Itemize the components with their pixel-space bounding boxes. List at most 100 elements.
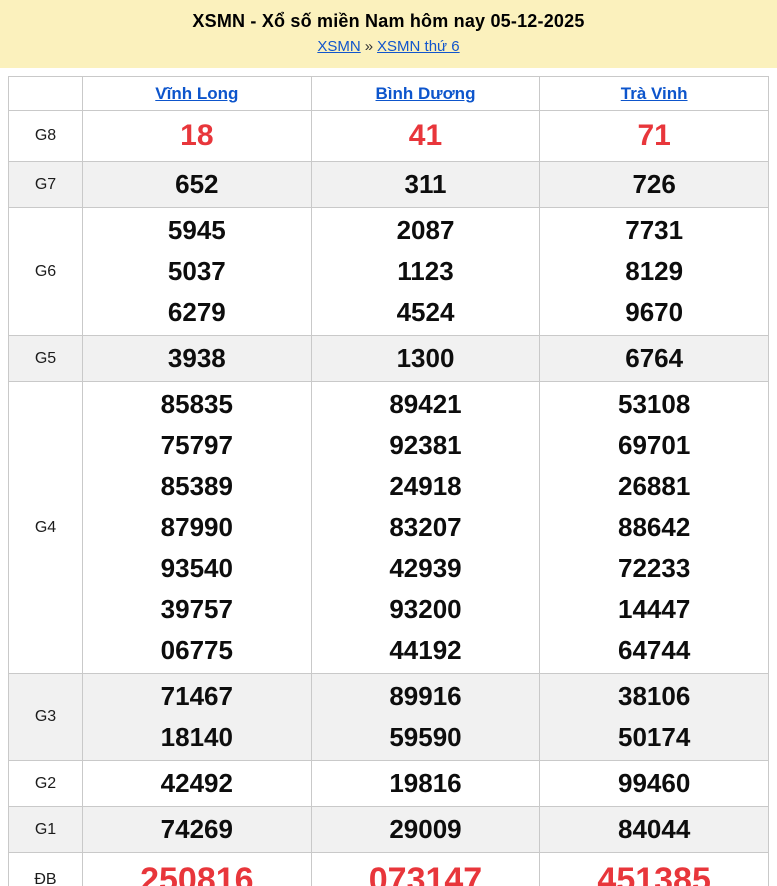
province-link-vinh-long[interactable]: Vĩnh Long	[155, 84, 238, 103]
prize-number: 4524	[396, 297, 455, 327]
prize-number: 5037	[167, 256, 226, 286]
prize-cell: 311	[310, 161, 541, 208]
prize-cell: 29009	[310, 806, 541, 853]
prize-number: 59590	[389, 722, 462, 752]
prize-cell: 250816	[82, 852, 312, 886]
prize-number: 87990	[160, 512, 233, 542]
prize-cell: 38106 50174	[539, 673, 769, 761]
prize-cell: 7731 8129 9670	[539, 207, 769, 336]
prize-cell: 652	[82, 161, 312, 208]
prize-number: 74269	[160, 814, 233, 844]
prize-number: 3938	[167, 343, 226, 373]
prize-cell: 19816	[310, 760, 541, 807]
prize-label: G1	[8, 806, 83, 853]
prize-number: 24918	[389, 471, 462, 501]
prize-number: 89916	[389, 681, 462, 711]
prize-label: ĐB	[8, 852, 83, 886]
prize-number: 1123	[397, 256, 454, 286]
prize-number: 71	[637, 119, 671, 152]
prize-number: 71467	[160, 681, 233, 711]
prize-number: 6764	[625, 343, 684, 373]
breadcrumb-link-xsmn-thu-6[interactable]: XSMN thứ 6	[377, 38, 460, 55]
prize-cell: 53108 69701 26881 88642 72233 14447 64744	[539, 381, 769, 674]
prize-column-header-empty	[8, 76, 83, 111]
prize-number: 2087	[396, 215, 455, 245]
prize-number: 250816	[140, 861, 254, 886]
page-header: XSMN - Xổ số miền Nam hôm nay 05-12-2025…	[0, 0, 777, 68]
prize-row-g7: G7 652 311 726	[8, 161, 769, 208]
prize-number: 53108	[618, 389, 691, 419]
prize-row-g6: G6 5945 5037 6279 2087 1123 4524 7731 8129 9670	[8, 207, 769, 336]
prize-number: 41	[408, 119, 443, 152]
prize-number: 44192	[389, 635, 462, 665]
prize-cell: 41	[310, 110, 541, 162]
prize-label: G7	[8, 161, 83, 208]
prize-number: 88642	[618, 512, 691, 542]
prize-number: 726	[632, 169, 676, 199]
prize-row-đb: ĐB 250816 073147 451385	[8, 852, 769, 886]
province-header-tra-vinh: Trà Vinh	[539, 76, 769, 111]
prize-number: 64744	[618, 635, 691, 665]
prize-label: G6	[8, 207, 83, 336]
prize-cell: 3938	[82, 335, 312, 382]
prize-number: 93200	[389, 594, 462, 624]
prize-label: G4	[8, 381, 83, 674]
prize-number: 14447	[618, 594, 691, 624]
prize-number: 42939	[389, 553, 462, 583]
prize-number: 06775	[160, 635, 233, 665]
prize-row-g3: G3 71467 18140 89916 59590 38106 50174	[8, 673, 769, 761]
prize-cell: 5945 5037 6279	[82, 207, 312, 336]
province-header-row: Vĩnh Long Bình Dương Trà Vinh	[8, 76, 769, 111]
prize-number: 75797	[160, 430, 233, 460]
prize-number: 9670	[625, 297, 684, 327]
prize-number: 5945	[167, 215, 226, 245]
province-link-tra-vinh[interactable]: Trà Vinh	[621, 84, 688, 103]
prize-number: 451385	[597, 861, 711, 886]
province-header-vinh-long: Vĩnh Long	[82, 76, 312, 111]
province-link-binh-duong[interactable]: Bình Dương	[376, 84, 476, 103]
results-table-wrap: Vĩnh Long Bình Dương Trà Vinh G8 18 41 71 G7…	[8, 76, 769, 886]
prize-label: G2	[8, 760, 83, 807]
prize-row-g4: G4 85835 75797 85389 87990 93540 39757 06775 894…	[8, 381, 769, 674]
prize-cell: 1300	[310, 335, 541, 382]
prize-number: 7731	[625, 215, 684, 245]
prize-label: G8	[8, 110, 83, 162]
prize-number: 84044	[618, 814, 691, 844]
prize-cell: 726	[539, 161, 769, 208]
prize-number: 1300	[396, 343, 455, 373]
prize-cell: 89421 92381 24918 83207 42939 93200 44192	[310, 381, 541, 674]
prize-cell: 42492	[82, 760, 312, 807]
prize-number: 26881	[618, 471, 691, 501]
prize-number: 72233	[618, 553, 691, 583]
prize-number: 85835	[160, 389, 233, 419]
prize-cell: 71	[539, 110, 769, 162]
prize-number: 18	[180, 119, 214, 152]
prize-number: 93540	[160, 553, 233, 583]
prize-cell: 85835 75797 85389 87990 93540 39757 06775	[82, 381, 312, 674]
prize-number: 29009	[389, 814, 462, 844]
prize-row-g8: G8 18 41 71	[8, 110, 769, 162]
prize-cell: 073147	[310, 852, 541, 886]
prize-cell: 451385	[539, 852, 769, 886]
prize-number: 42492	[160, 768, 233, 798]
prize-cell: 71467 18140	[82, 673, 312, 761]
prize-number: 89421	[389, 389, 462, 419]
prize-number: 38106	[618, 681, 691, 711]
prize-number: 83207	[389, 512, 462, 542]
prize-row-g1: G1 74269 29009 84044	[8, 806, 769, 853]
prize-cell: 74269	[82, 806, 312, 853]
prize-number: 8129	[625, 256, 684, 286]
prize-number: 69701	[618, 430, 691, 460]
prize-number: 99460	[618, 768, 691, 798]
breadcrumb: XSMN» XSMN thứ 6	[0, 38, 777, 55]
prize-number: 19816	[389, 768, 462, 798]
prize-number: 073147	[368, 861, 483, 886]
prize-number: 92381	[389, 430, 462, 460]
province-header-binh-duong: Bình Dương	[310, 76, 541, 111]
prize-number: 50174	[618, 722, 691, 752]
prize-cell: 99460	[539, 760, 769, 807]
prize-cell: 2087 1123 4524	[310, 207, 541, 336]
prize-number: 39757	[160, 594, 233, 624]
breadcrumb-link-xsmn[interactable]: XSMN	[317, 38, 360, 55]
breadcrumb-separator: »	[364, 38, 374, 55]
